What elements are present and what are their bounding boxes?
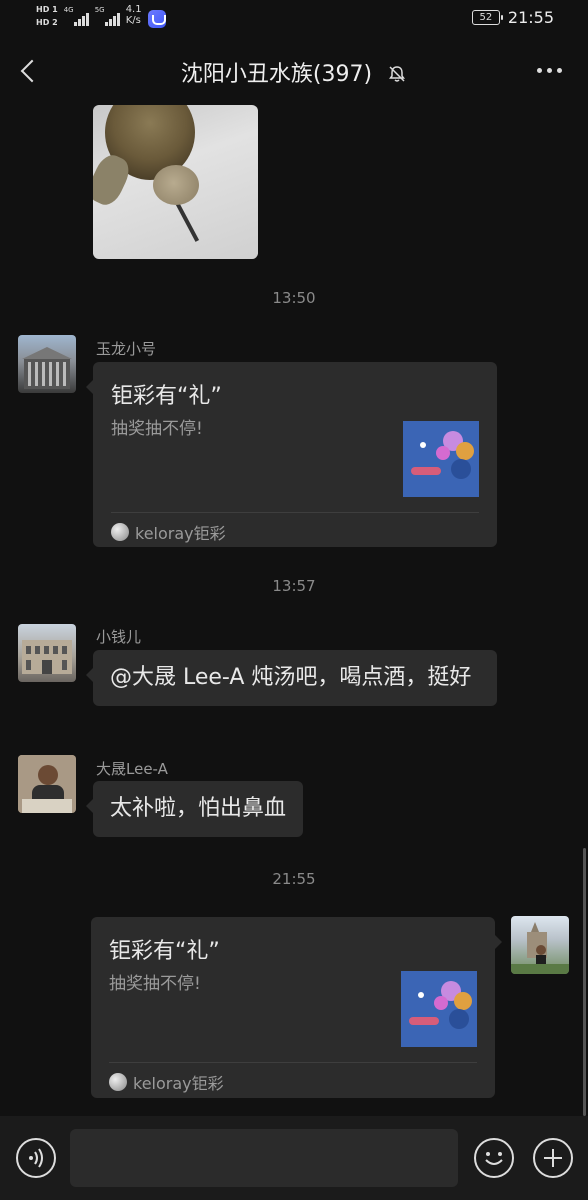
battery-icon: 52 [471, 10, 503, 25]
voice-icon[interactable] [16, 1138, 56, 1178]
card-title: 钜彩有“礼” [109, 939, 220, 964]
card-title: 钜彩有“礼” [111, 384, 222, 409]
emoji-icon[interactable] [474, 1138, 514, 1178]
image-turtle-head [153, 165, 199, 205]
image-message-turtle[interactable] [93, 105, 258, 259]
network-speed: 4.1 K/s [126, 4, 142, 26]
signal-icon-2: 5G [95, 4, 120, 26]
speed-unit: K/s [125, 15, 141, 26]
card-divider [111, 512, 479, 513]
sender-name: 大晟Lee-A [96, 760, 168, 778]
status-left: HD 1 HD 2 4G 5G 4.1 K/s [36, 4, 166, 29]
card-source: keloray钜彩 [109, 1070, 224, 1094]
hd-indicator: HD 1 HD 2 [36, 4, 58, 29]
sender-name: 小钱儿 [96, 628, 142, 646]
network-type-label: 4G [63, 6, 74, 14]
sender-name: 玉龙小号 [96, 340, 157, 358]
status-right: 52 21:55 [471, 8, 554, 27]
text-message[interactable]: @大晟 Lee-A 炖汤吧，喝点酒，挺好 [86, 650, 497, 706]
avatar-building-image [22, 347, 72, 389]
avatar-person-image [511, 922, 569, 974]
text-message[interactable]: 太补啦，怕出鼻血 [85, 781, 304, 837]
card-description: 抽奖抽不停! [111, 419, 203, 439]
avatar[interactable] [18, 335, 76, 393]
card-source-label: keloray钜彩 [133, 1074, 224, 1093]
speed-value: 4.1 [125, 4, 142, 15]
message-text: @大晟 Lee-A 炖汤吧，喝点酒，挺好 [110, 665, 472, 690]
card-divider [109, 1062, 477, 1063]
message-input[interactable] [70, 1129, 458, 1187]
avatar[interactable] [18, 624, 76, 682]
signal-icon: 4G [64, 4, 89, 26]
status-bar: HD 1 HD 2 4G 5G 4.1 K/s 52 21:55 [0, 0, 588, 40]
network-type-label-2: 5G [94, 6, 105, 14]
card-thumbnail [403, 421, 479, 497]
chat-header: 沈阳小丑水族(397) [0, 40, 588, 104]
app-notification-icon [147, 10, 166, 28]
avatar-building-image [22, 640, 72, 674]
time-stamp: 13:57 [272, 577, 316, 595]
card-source: keloray钜彩 [111, 520, 226, 544]
status-time: 21:55 [507, 8, 554, 27]
hd2-label: HD 2 [36, 18, 58, 27]
plus-icon[interactable] [533, 1138, 573, 1178]
time-stamp: 13:50 [272, 289, 316, 307]
source-app-icon [111, 523, 129, 541]
chat-title: 沈阳小丑水族(397) [180, 62, 373, 87]
card-thumbnail [401, 971, 477, 1047]
input-bar [0, 1116, 588, 1200]
avatar[interactable] [18, 755, 76, 813]
battery-level: 52 [479, 12, 493, 23]
avatar-person-image [18, 755, 76, 813]
bell-off-icon [389, 66, 406, 82]
link-card-message[interactable]: 钜彩有“礼” 抽奖抽不停! keloray钜彩 [91, 917, 502, 1098]
link-card-message[interactable]: 钜彩有“礼” 抽奖抽不停! keloray钜彩 [86, 362, 497, 547]
card-description: 抽奖抽不停! [109, 974, 201, 994]
scrollbar[interactable] [583, 848, 586, 1116]
time-stamp: 21:55 [272, 870, 316, 888]
message-text: 太补啦，怕出鼻血 [110, 796, 287, 821]
card-source-label: keloray钜彩 [135, 524, 226, 543]
more-dots-icon[interactable] [537, 68, 562, 73]
source-app-icon [109, 1073, 127, 1091]
avatar[interactable] [511, 916, 569, 974]
hd1-label: HD 1 [36, 5, 58, 14]
chat-title-wrap: 沈阳小丑水族(397) [0, 56, 588, 88]
